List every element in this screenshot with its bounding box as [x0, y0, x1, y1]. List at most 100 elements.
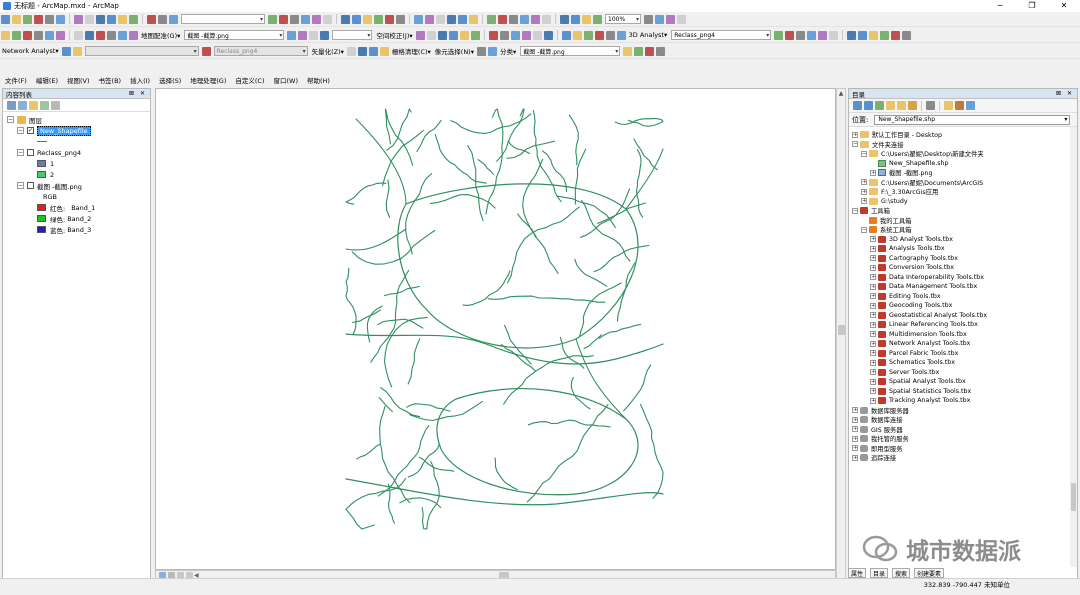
road-segment[interactable]: [383, 317, 428, 388]
road-segment[interactable]: [532, 109, 562, 203]
dock-tab[interactable]: 创建要素: [914, 568, 945, 578]
catalog-tree-item[interactable]: + Parcel Fabric Tools.tbx: [852, 349, 1077, 359]
map-scale-combo[interactable]: [181, 14, 265, 24]
list-by-drawing-order-icon[interactable]: [7, 100, 16, 110]
toolbar-tool-icon[interactable]: [891, 30, 901, 40]
toolbar-tool-icon[interactable]: [56, 14, 65, 24]
expand-icon[interactable]: +: [852, 131, 858, 138]
catalog-tree-item[interactable]: 我的工具箱: [852, 216, 1077, 226]
road-segment[interactable]: [494, 457, 518, 491]
cell-selection-menu[interactable]: 像元选择(N)▾: [435, 46, 474, 56]
raster-cleanup-menu[interactable]: 栅格清理(C)▾: [392, 46, 431, 56]
toolbar-tool-icon[interactable]: [532, 30, 542, 40]
class-color-swatch[interactable]: [37, 171, 46, 178]
toolbar-tool-icon[interactable]: [301, 14, 310, 24]
catalog-tree-item[interactable]: − 工具箱: [852, 206, 1077, 216]
dock-tab[interactable]: 搜索: [892, 568, 911, 578]
toolbar-tool-icon[interactable]: [510, 30, 520, 40]
toolbar-tool-icon[interactable]: [309, 30, 319, 40]
maximize-button[interactable]: ❐: [1016, 0, 1048, 12]
menu-item[interactable]: 地理处理(G): [190, 75, 226, 85]
toolbar-tool-icon[interactable]: [818, 30, 828, 40]
road-segment[interactable]: [640, 403, 664, 499]
expand-icon[interactable]: +: [870, 369, 876, 376]
toolbar-tool-icon[interactable]: [201, 46, 211, 56]
collapse-icon[interactable]: −: [17, 149, 24, 156]
road-segment[interactable]: [366, 305, 383, 343]
toolbar-tool-icon[interactable]: [561, 30, 571, 40]
toc-layer-reclass[interactable]: − Reclass_png4: [7, 147, 150, 158]
back-arrow-icon[interactable]: [853, 101, 862, 110]
toolbar-tool-icon[interactable]: [593, 14, 602, 24]
catalog-tree-item[interactable]: + Analysis Tools.tbx: [852, 244, 1077, 254]
toolbar-tool-icon[interactable]: [279, 14, 288, 24]
menu-item[interactable]: 文件(F): [5, 75, 27, 85]
toolbar-tool-icon[interactable]: [644, 14, 653, 24]
catalog-tree-item[interactable]: + 数据库服务器: [852, 406, 1077, 416]
toolbar-tool-icon[interactable]: [107, 30, 116, 40]
toolbar-tool-icon[interactable]: [1, 14, 10, 24]
road-segment[interactable]: [356, 443, 381, 460]
toolbar-tool-icon[interactable]: [74, 30, 83, 40]
vectorize-layer-combo[interactable]: Reclass_png4: [213, 46, 308, 56]
forward-arrow-icon[interactable]: [864, 101, 873, 110]
toolbar-tool-icon[interactable]: [616, 30, 626, 40]
menu-item[interactable]: 书签(B): [99, 75, 122, 85]
toolbar-tool-icon[interactable]: [129, 14, 138, 24]
spatial-adjustment-menu[interactable]: 空间校正(J)▾: [376, 30, 412, 40]
toolbar-tool-icon[interactable]: [677, 14, 686, 24]
toolbar-tool-icon[interactable]: [572, 30, 582, 40]
toolbar-tool-icon[interactable]: [34, 14, 43, 24]
toolbar-tool-icon[interactable]: [298, 30, 308, 40]
toolbar-tool-icon[interactable]: [85, 30, 94, 40]
toolbar-tool-icon[interactable]: [118, 14, 127, 24]
catalog-tree-item[interactable]: + Multidimension Tools.tbx: [852, 330, 1077, 340]
menu-item[interactable]: 自定义(C): [235, 75, 264, 85]
catalog-tree-item[interactable]: + Cartography Tools.tbx: [852, 254, 1077, 264]
road-segment[interactable]: [485, 108, 504, 215]
connect-folder-icon[interactable]: [897, 101, 906, 110]
expand-icon[interactable]: +: [870, 274, 876, 281]
expand-icon[interactable]: +: [870, 321, 876, 328]
catalog-tree-item[interactable]: + 即用型服务: [852, 444, 1077, 454]
toolbar-tool-icon[interactable]: [869, 30, 879, 40]
toolbar-tool-icon[interactable]: [448, 30, 458, 40]
road-segment[interactable]: [633, 138, 658, 171]
toolbar-tool-icon[interactable]: [312, 14, 321, 24]
road-segment[interactable]: [522, 158, 544, 237]
menu-item[interactable]: 帮助(H): [307, 75, 330, 85]
catalog-tree-item[interactable]: + 我托管的服务: [852, 434, 1077, 444]
toolbar-tool-icon[interactable]: [169, 14, 178, 24]
toolbar-tool-icon[interactable]: [385, 14, 394, 24]
toolbar-tool-icon[interactable]: [61, 46, 71, 56]
toolbar-tool-icon[interactable]: [23, 14, 32, 24]
catalog-tree-item[interactable]: + Network Analyst Tools.tbx: [852, 339, 1077, 349]
zoom-percent-combo[interactable]: 100%: [605, 14, 641, 24]
road-segment[interactable]: [345, 267, 357, 336]
minimize-button[interactable]: ─: [984, 0, 1016, 12]
layer-name[interactable]: Reclass_png4: [37, 149, 81, 157]
catalog-tree-item[interactable]: + F:\_3.30ArcGis应用: [852, 187, 1077, 197]
road-segment[interactable]: [616, 262, 636, 322]
toolbar-tool-icon[interactable]: [499, 30, 509, 40]
toc-layer-png[interactable]: − 截图 -截图.png: [7, 180, 150, 191]
menu-item[interactable]: 编辑(E): [36, 75, 58, 85]
catalog-tree-item[interactable]: + G:\study: [852, 197, 1077, 207]
toolbar-tool-icon[interactable]: [74, 14, 83, 24]
road-segment[interactable]: [636, 149, 644, 218]
catalog-tree-item[interactable]: + 默认工作目录 - Desktop: [852, 130, 1077, 140]
toolbar-tool-icon[interactable]: [571, 14, 580, 24]
expand-icon[interactable]: +: [870, 293, 876, 300]
road-segment[interactable]: [434, 133, 487, 184]
road-segment[interactable]: [506, 140, 555, 159]
expand-icon[interactable]: +: [852, 435, 858, 442]
green-band-swatch[interactable]: [37, 215, 46, 222]
expand-icon[interactable]: +: [870, 331, 876, 338]
expand-icon[interactable]: +: [861, 188, 867, 195]
toolbar-tool-icon[interactable]: [469, 14, 478, 24]
collapse-icon[interactable]: −: [852, 207, 858, 214]
road-segment[interactable]: [568, 114, 579, 166]
toolbar-tool-icon[interactable]: [357, 46, 367, 56]
toolbar-tool-icon[interactable]: [426, 30, 436, 40]
toolbar-tool-icon[interactable]: [470, 30, 480, 40]
